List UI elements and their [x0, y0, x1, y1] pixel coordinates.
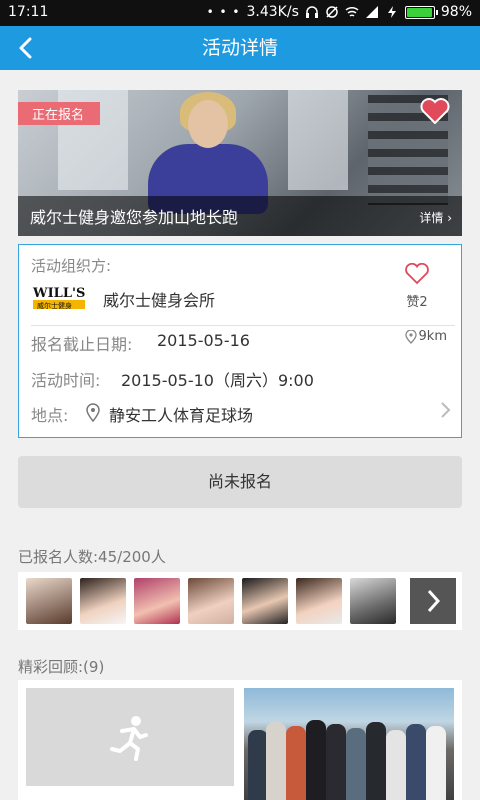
deadline-value: 2015-05-16: [157, 331, 250, 350]
distance-value: 9km: [418, 329, 447, 344]
crowd-figure: [406, 724, 426, 800]
signal-icon: [365, 6, 378, 18]
participant-avatar[interactable]: [242, 578, 288, 624]
banner-window-2: [288, 90, 348, 190]
location-pin-icon: [86, 403, 100, 423]
crowd-figure: [266, 722, 286, 800]
organizer-logo: WILL'S 威尔士健身: [31, 283, 87, 311]
crowd-figure: [326, 724, 346, 800]
battery-percent: 98%: [440, 4, 472, 20]
card-divider: [31, 325, 455, 326]
status-bar: 17:11 • • • 3.43K/s 98%: [0, 0, 480, 26]
favorite-heart-icon[interactable]: [420, 98, 450, 124]
participant-avatar[interactable]: [80, 578, 126, 624]
banner-person-head: [188, 100, 228, 148]
banner-detail-link[interactable]: 详情 ›: [419, 209, 452, 226]
deadline-label: 报名截止日期:: [31, 335, 133, 354]
logo-text: WILL'S: [32, 286, 85, 301]
participant-avatar[interactable]: [296, 578, 342, 624]
page-title: 活动详情: [201, 37, 278, 59]
organizer-name[interactable]: 威尔士健身会所: [103, 287, 215, 311]
location-label: 地点:: [31, 406, 69, 425]
crowd-figure: [306, 720, 326, 800]
crowd-figure: [286, 726, 306, 800]
battery-icon: [404, 5, 438, 19]
gallery-placeholder-item[interactable]: [26, 688, 234, 786]
runner-icon: [110, 716, 148, 761]
silent-alarm-icon: [326, 6, 338, 18]
event-banner[interactable]: 正在报名 威尔士健身邀您参加山地长跑 详情 ›: [18, 90, 462, 236]
network-speed: 3.43K/s: [246, 4, 299, 20]
headset-icon: [305, 6, 318, 18]
like-heart-icon: [405, 262, 429, 285]
distance-indicator: 9km: [404, 329, 447, 344]
participant-avatar[interactable]: [134, 578, 180, 624]
registration-status-badge: 正在报名: [18, 102, 101, 125]
participant-avatars: [18, 572, 462, 630]
participants-count-label: 已报名人数:45/200人: [18, 548, 166, 566]
gallery-group-photo[interactable]: [244, 688, 454, 800]
gallery-count-label: 精彩回顾:(9): [18, 658, 105, 676]
top-nav-bar: 活动详情: [0, 26, 480, 70]
battery-level: [406, 7, 433, 17]
crowd-figure: [248, 730, 268, 800]
more-participants-button[interactable]: [410, 578, 456, 624]
crowd-figure: [346, 728, 366, 800]
crowd-figure: [366, 722, 386, 800]
time-value: 2015-05-10（周六）9:00: [121, 371, 314, 390]
signup-button[interactable]: 尚未报名: [18, 456, 462, 508]
charging-icon: [387, 6, 396, 18]
organizer-label: 活动组织方:: [31, 257, 112, 275]
location-value[interactable]: 静安工人体育足球场: [109, 402, 253, 426]
participant-avatar[interactable]: [188, 578, 234, 624]
status-icons: • • • 3.43K/s 98%: [207, 4, 472, 20]
wifi-icon: [345, 6, 359, 17]
like-count: 赞2: [406, 295, 428, 310]
time-label: 活动时间:: [31, 371, 101, 390]
notification-dots: • • •: [206, 5, 241, 19]
status-time: 17:11: [8, 4, 49, 20]
like-button[interactable]: 赞2: [397, 262, 437, 310]
participant-avatar[interactable]: [26, 578, 72, 624]
participant-avatar[interactable]: [350, 578, 396, 624]
chevron-right-icon[interactable]: [439, 401, 451, 419]
event-info-card: 活动组织方: WILL'S 威尔士健身 威尔士健身会所 赞2 报名截止日期: 2…: [18, 244, 462, 438]
chevron-right-icon: [427, 589, 441, 613]
logo-subtext: 威尔士健身: [37, 301, 72, 310]
crowd-figure: [426, 726, 446, 800]
crowd-figure: [386, 730, 406, 800]
location-pin-icon: [404, 329, 417, 344]
gallery-strip: [18, 680, 462, 800]
banner-caption: 威尔士健身邀您参加山地长跑: [30, 208, 239, 227]
